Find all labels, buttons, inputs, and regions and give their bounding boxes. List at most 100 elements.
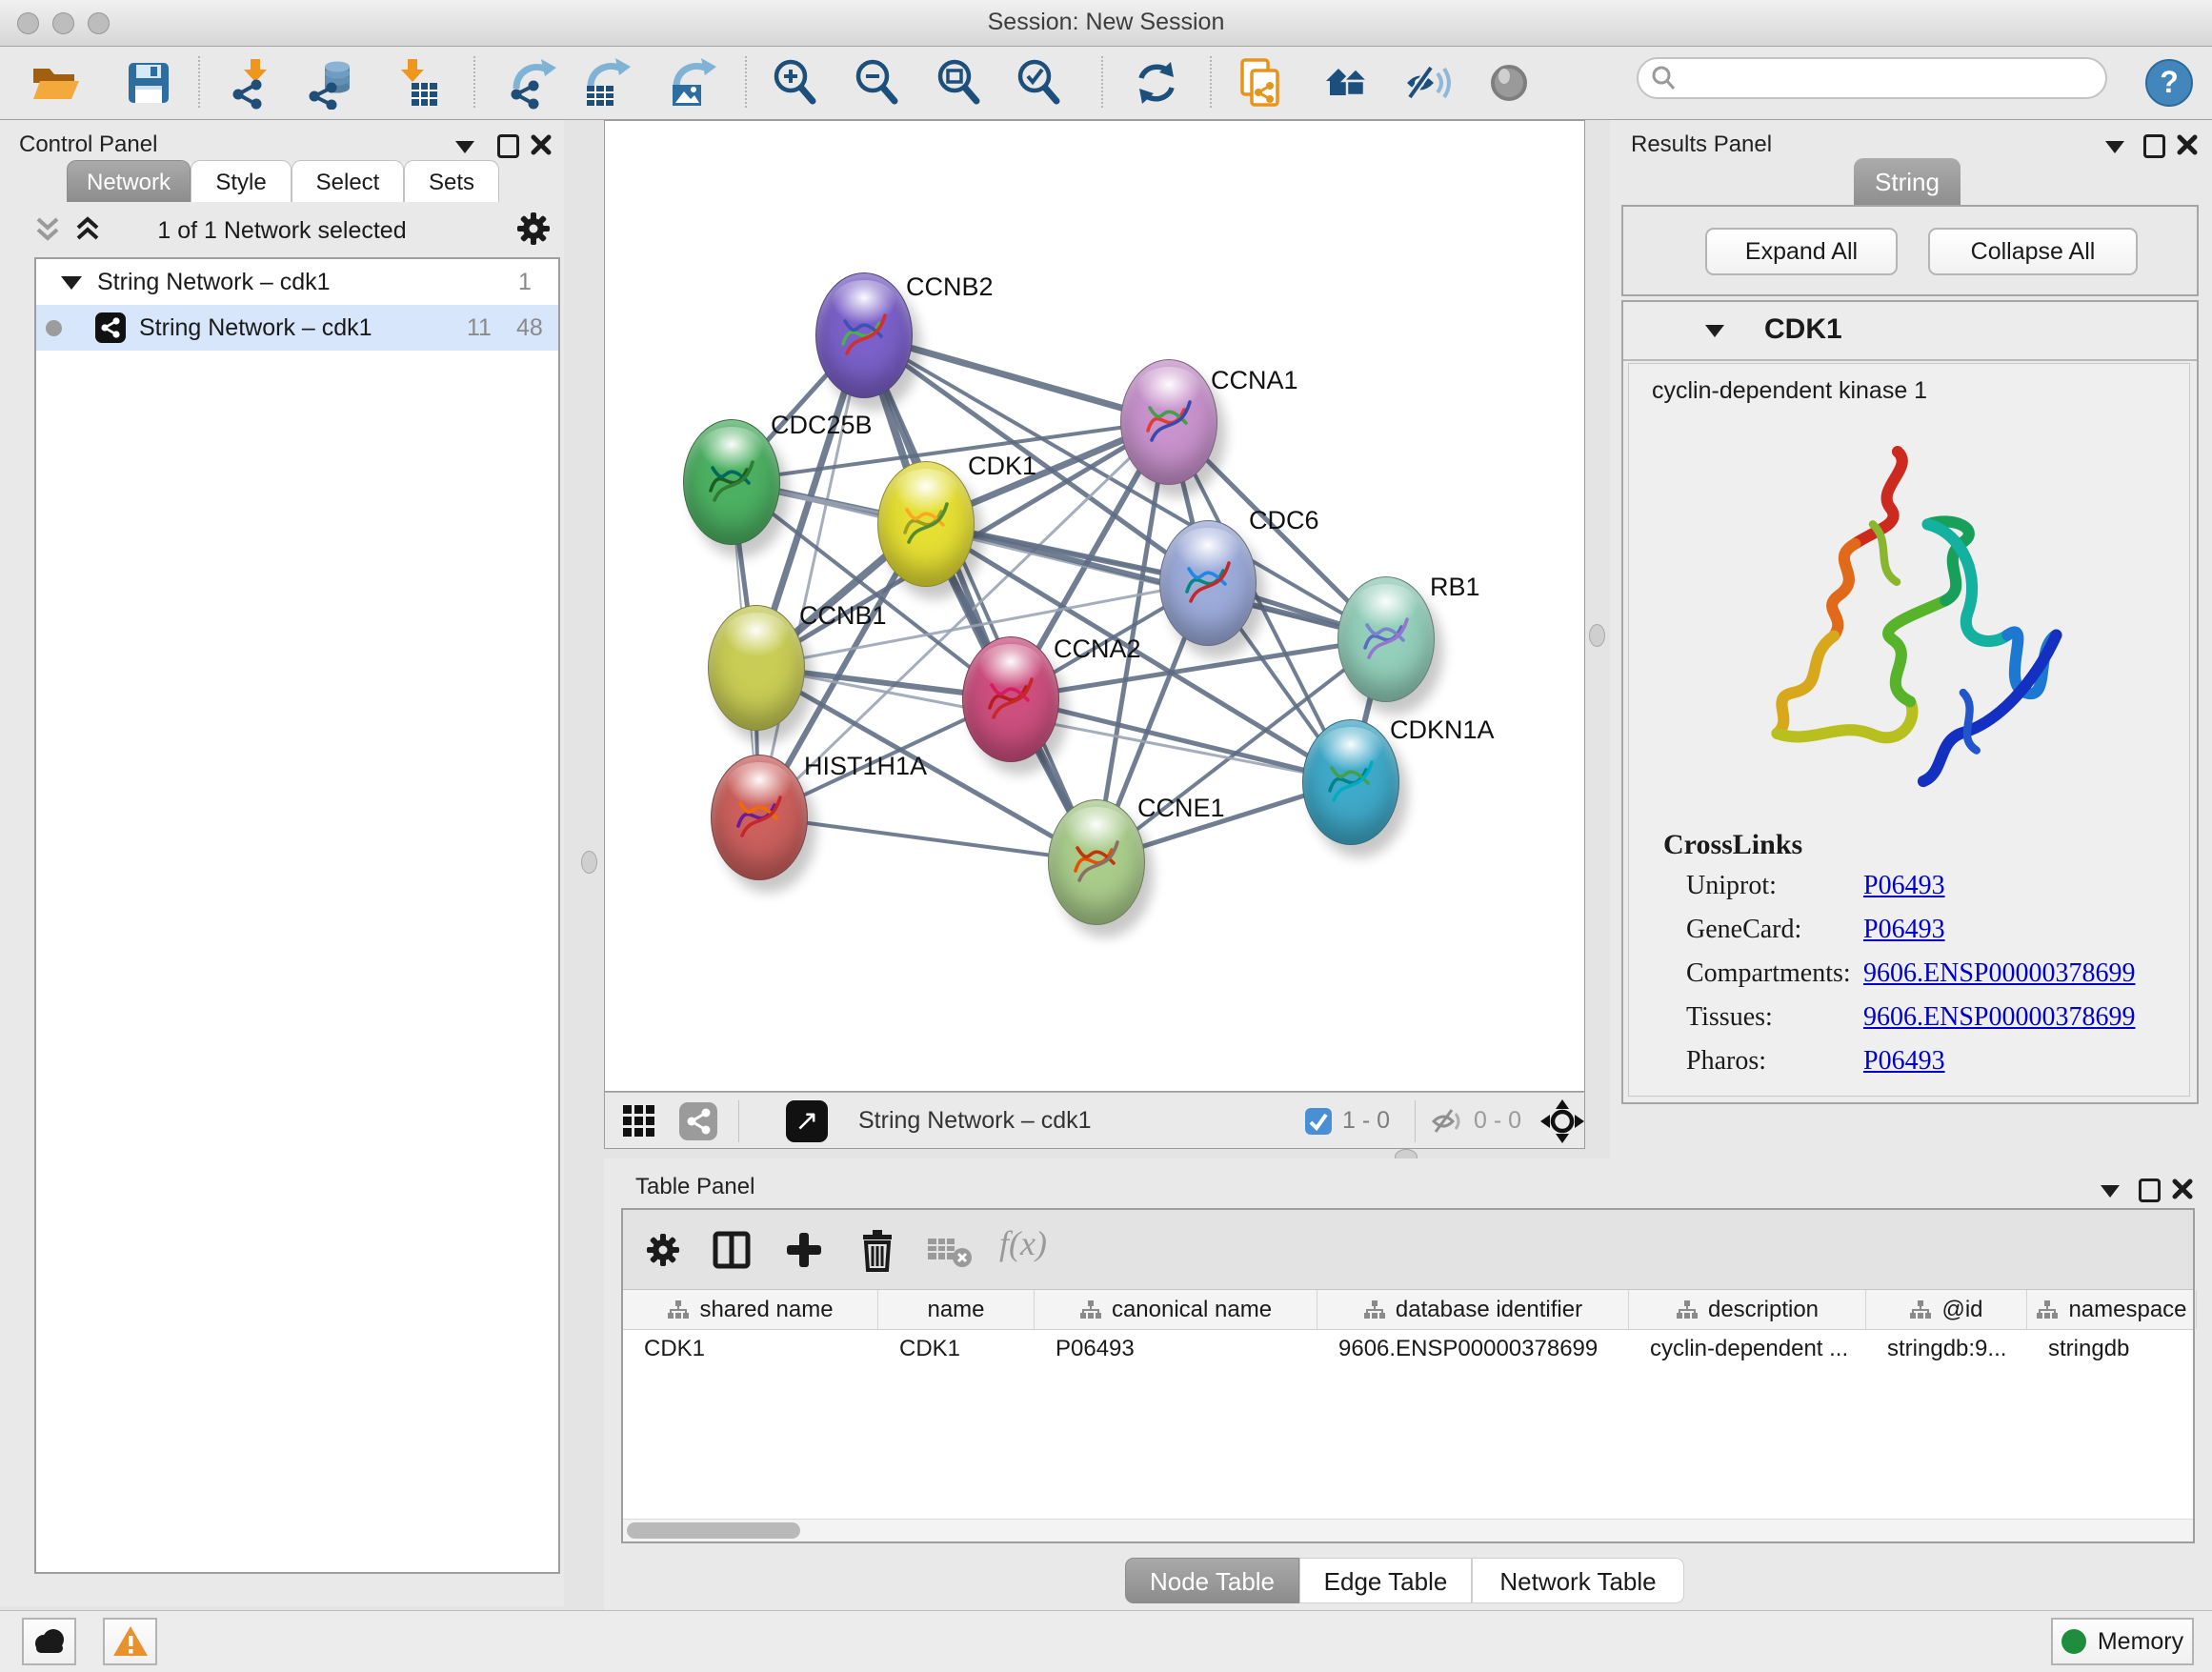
- cloud-button[interactable]: [22, 1618, 76, 1665]
- table-cell[interactable]: P06493: [1035, 1330, 1317, 1368]
- entry-header[interactable]: CDK1: [1623, 302, 2197, 361]
- column-header-canonical-name[interactable]: canonical name: [1035, 1290, 1317, 1329]
- entry-body: cyclin-dependent kinase 1 CrossLinks: [1628, 363, 2190, 1097]
- panel-float-icon[interactable]: [2139, 1178, 2161, 1202]
- column-header-namespace[interactable]: namespace: [2027, 1290, 2197, 1329]
- network-node-cdc6[interactable]: [1159, 520, 1257, 646]
- add-column-icon[interactable]: [783, 1229, 825, 1271]
- zoom-out-icon[interactable]: [850, 56, 903, 110]
- table-cell[interactable]: 9606.ENSP00000378699: [1317, 1330, 1629, 1368]
- panel-menu-icon[interactable]: [2105, 141, 2124, 153]
- import-network-database-icon[interactable]: [305, 56, 358, 110]
- delete-table-icon[interactable]: [926, 1235, 974, 1269]
- graphics-details-icon[interactable]: [1482, 56, 1536, 110]
- scrollbar-thumb[interactable]: [627, 1522, 800, 1539]
- tab-sets[interactable]: Sets: [404, 160, 499, 202]
- collapse-all-button[interactable]: Collapse All: [1928, 228, 2138, 275]
- panel-float-icon[interactable]: [497, 134, 519, 158]
- left-splitter-handle[interactable]: [581, 851, 597, 874]
- houses-icon[interactable]: [1320, 56, 1374, 110]
- crosslink-link[interactable]: P06493: [1863, 915, 1945, 958]
- gear-icon[interactable]: [514, 210, 553, 248]
- column-tree-icon: [2036, 1299, 2059, 1321]
- network-node-ccna1[interactable]: [1120, 359, 1217, 485]
- selected-checkbox-icon[interactable]: [1305, 1108, 1332, 1135]
- open-file-icon[interactable]: [29, 56, 82, 110]
- zoom-in-icon[interactable]: [768, 56, 821, 110]
- table-cell[interactable]: CDK1: [878, 1330, 1035, 1368]
- network-node-cdkn1a[interactable]: [1302, 719, 1399, 845]
- memory-button[interactable]: Memory: [2051, 1618, 2194, 1665]
- network-node-cdk1[interactable]: [877, 461, 975, 587]
- column-tree-icon: [667, 1299, 690, 1321]
- column-header--id[interactable]: @id: [1866, 1290, 2027, 1329]
- table-settings-gear-icon[interactable]: [644, 1231, 682, 1269]
- tab-network-table[interactable]: Network Table: [1472, 1558, 1684, 1603]
- panel-menu-icon[interactable]: [2101, 1185, 2120, 1198]
- import-table-icon[interactable]: [389, 56, 442, 110]
- entry-collapse-icon[interactable]: [1705, 325, 1724, 337]
- right-splitter-handle[interactable]: [1589, 624, 1605, 647]
- panel-float-icon[interactable]: [2143, 134, 2165, 158]
- tab-style[interactable]: Style: [191, 160, 292, 202]
- zoom-selected-icon[interactable]: [1012, 56, 1065, 110]
- pan-crosshair-icon[interactable]: [1540, 1099, 1584, 1143]
- export-network-icon[interactable]: [505, 56, 558, 110]
- table-cell[interactable]: cyclin-dependent ...: [1629, 1330, 1866, 1368]
- tab-select[interactable]: Select: [292, 160, 404, 202]
- network-node-ccna2[interactable]: [962, 636, 1059, 762]
- tab-edge-table[interactable]: Edge Table: [1299, 1558, 1472, 1603]
- table-cell[interactable]: stringdb:9...: [1866, 1330, 2027, 1368]
- network-node-ccne1[interactable]: [1048, 799, 1145, 925]
- import-network-file-icon[interactable]: [225, 56, 278, 110]
- copy-network-icon[interactable]: [1233, 56, 1286, 110]
- table-cell[interactable]: CDK1: [623, 1330, 878, 1368]
- crosslink-link[interactable]: P06493: [1863, 871, 1945, 915]
- export-table-icon[interactable]: [579, 56, 633, 110]
- column-tree-icon: [1079, 1299, 1102, 1321]
- delete-column-trash-icon[interactable]: [855, 1227, 899, 1273]
- grid-view-icon[interactable]: [622, 1104, 656, 1138]
- tab-node-table[interactable]: Node Table: [1125, 1558, 1299, 1603]
- table-cell[interactable]: stringdb: [2027, 1330, 2197, 1368]
- search-input[interactable]: [1677, 64, 2081, 92]
- network-node-ccnb2[interactable]: [815, 272, 913, 398]
- node-label: HIST1H1A: [804, 752, 927, 781]
- crosslink-label: GeneCard:: [1686, 915, 1863, 958]
- zoom-fit-icon[interactable]: [932, 56, 985, 110]
- hidden-eye-icon[interactable]: [1428, 1106, 1464, 1137]
- network-view-icon[interactable]: [679, 1102, 717, 1140]
- column-header-name[interactable]: name: [878, 1290, 1035, 1329]
- panel-close-icon[interactable]: [2176, 133, 2199, 156]
- hide-unhide-icon[interactable]: [1402, 56, 1456, 110]
- refresh-layout-icon[interactable]: [1130, 56, 1183, 110]
- crosslink-link[interactable]: P06493: [1863, 1046, 1945, 1090]
- network-node-hist1h1a[interactable]: [711, 755, 808, 880]
- tree-expand-icon[interactable]: [61, 276, 82, 290]
- network-row[interactable]: String Network – cdk1 11 48: [36, 305, 558, 351]
- export-image-icon[interactable]: [665, 56, 718, 110]
- crosslink-link[interactable]: 9606.ENSP00000378699: [1863, 1002, 2135, 1046]
- save-session-icon[interactable]: [122, 56, 175, 110]
- panel-menu-icon[interactable]: [455, 141, 474, 153]
- column-header-shared-name[interactable]: shared name: [623, 1290, 878, 1329]
- column-header-description[interactable]: description: [1629, 1290, 1866, 1329]
- expand-all-button[interactable]: Expand All: [1705, 228, 1898, 275]
- table-row[interactable]: CDK1CDK1P064939606.ENSP00000378699cyclin…: [623, 1330, 2193, 1368]
- network-node-ccnb1[interactable]: [708, 605, 805, 731]
- protein-ribbon-thumbnail: [1140, 389, 1197, 455]
- panel-close-icon[interactable]: [2171, 1178, 2194, 1200]
- network-collection-row[interactable]: String Network – cdk1 1: [36, 259, 558, 305]
- panel-close-icon[interactable]: [530, 133, 553, 156]
- crosslink-link[interactable]: 9606.ENSP00000378699: [1863, 958, 2135, 1002]
- warning-button[interactable]: [103, 1618, 157, 1665]
- column-header-database-identifier[interactable]: database identifier: [1317, 1290, 1629, 1329]
- network-node-cdc25b[interactable]: [683, 419, 780, 545]
- tab-string[interactable]: String: [1854, 158, 1961, 206]
- network-node-rb1[interactable]: [1337, 576, 1435, 702]
- help-icon[interactable]: ?: [2145, 59, 2199, 112]
- birdseye-view-icon[interactable]: ↗: [786, 1100, 828, 1142]
- show-columns-icon[interactable]: [711, 1229, 753, 1271]
- tab-network[interactable]: Network: [67, 160, 191, 202]
- network-canvas[interactable]: CCNB2CCNA1CDC25BCDK1CDC6RB1CCNB1CCNA2CDK…: [604, 120, 1585, 1092]
